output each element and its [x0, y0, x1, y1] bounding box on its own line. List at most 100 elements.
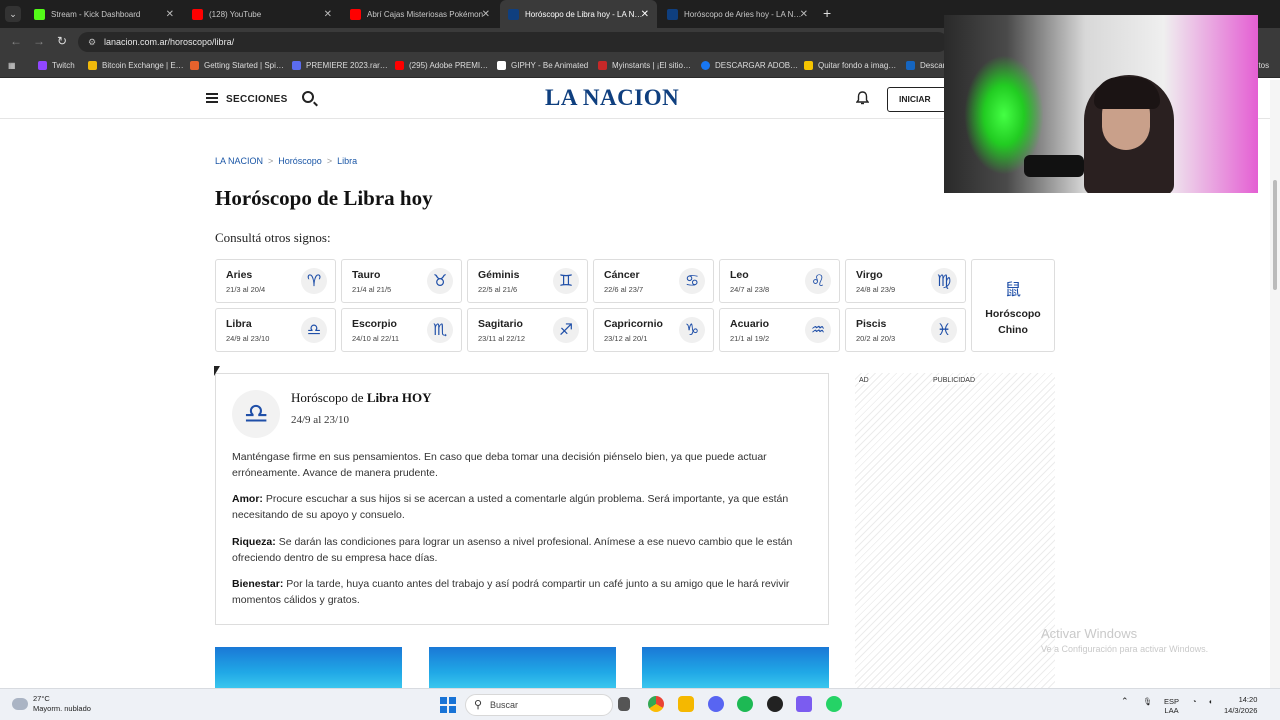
horoscope-card: ♎ Horóscopo de Libra HOY 24/9 al 23/10 M…: [215, 373, 829, 625]
back-arrow-icon[interactable]: ←: [10, 34, 22, 48]
weather-widget[interactable]: 27°C Mayorm. nublado: [12, 694, 91, 714]
close-icon[interactable]: ✕: [641, 9, 649, 20]
webcam-overlay: [944, 15, 1258, 193]
virgo-icon: ♍: [931, 268, 957, 294]
bell-icon[interactable]: [856, 91, 869, 105]
descar-icon: [906, 61, 915, 70]
bookmark-premiere[interactable]: PREMIERE 2023.rar…: [292, 61, 388, 70]
sign-cancer[interactable]: Cáncer 22/6 al 23/7 ♋: [593, 259, 714, 303]
chevron-up-icon[interactable]: ⌃: [1121, 697, 1129, 706]
bitcoin-icon: [88, 61, 97, 70]
sign-acuario[interactable]: Acuario 21/1 al 19/2 ♒: [719, 308, 840, 352]
taskbar-search[interactable]: Buscar: [465, 694, 613, 716]
bookmark-adobe[interactable]: (295) Adobe PREMI…: [395, 61, 488, 70]
tab-search-icon[interactable]: ⌄: [5, 6, 21, 22]
breadcrumb: LA NACION > Horóscopo > Libra: [215, 156, 357, 166]
quitar-fondo-icon: [804, 61, 813, 70]
spi-icon: [190, 61, 199, 70]
url-input[interactable]: ⚙ lanacion.com.ar/horoscopo/libra/: [78, 32, 948, 52]
tab-pokemon[interactable]: Abrí Cajas Misteriosas Pokémon ✕: [342, 0, 498, 28]
horoscope-riqueza: Riqueza: Se darán las condiciones para l…: [232, 536, 793, 564]
sign-escorpio[interactable]: Escorpio 24/10 al 22/11 ♏: [341, 308, 462, 352]
clock[interactable]: 14:20 14/3/2026: [1224, 694, 1257, 716]
breadcrumb-separator: >: [326, 156, 333, 166]
cancer-icon: ♋: [679, 268, 705, 294]
search-icon[interactable]: [302, 91, 314, 103]
sign-sagitario[interactable]: Sagitario 23/11 al 22/12 ♐: [467, 308, 588, 352]
close-icon[interactable]: ✕: [324, 9, 332, 20]
sign-capricornio[interactable]: Capricornio 23/12 al 20/1 ♑: [593, 308, 714, 352]
close-icon[interactable]: ✕: [482, 9, 490, 20]
page-scrollbar[interactable]: [1270, 80, 1280, 688]
chinese-rat-icon: 鼠: [1004, 280, 1021, 299]
volume-icon[interactable]: ◖: [1208, 697, 1213, 706]
sign-piscis[interactable]: Piscis 20/2 al 20/3 ♓: [845, 308, 966, 352]
lanacion-icon: [508, 8, 519, 20]
sign-leo[interactable]: Leo 24/7 al 23/8 ♌: [719, 259, 840, 303]
aquarius-icon: ♒: [805, 317, 831, 343]
ad-slot[interactable]: AD PUBLICIDAD: [855, 373, 1055, 688]
ad-tag: AD: [859, 377, 869, 384]
bookmark-descargar-adobe[interactable]: DESCARGAR ADOB…: [701, 61, 798, 70]
menu-icon[interactable]: [206, 93, 218, 103]
libra-icon: ♎: [301, 317, 327, 343]
related-thumbnail[interactable]: [429, 647, 616, 689]
obs-icon[interactable]: [767, 696, 783, 712]
sign-tauro[interactable]: Tauro 21/4 al 21/5 ♉: [341, 259, 462, 303]
close-icon[interactable]: ✕: [800, 9, 808, 20]
card-heading: Horóscopo de Libra HOY: [291, 390, 432, 405]
breadcrumb-libra[interactable]: Libra: [337, 156, 357, 166]
bookmark-giphy[interactable]: GIPHY - Be Animated: [497, 61, 588, 70]
capricorn-icon: ♑: [679, 317, 705, 343]
cloud-icon: [12, 698, 28, 710]
secciones-button[interactable]: SECCIONES: [226, 94, 288, 105]
related-thumbnail[interactable]: [215, 647, 402, 689]
reload-icon[interactable]: ↻: [57, 34, 67, 48]
site-info-icon[interactable]: ⚙: [88, 32, 96, 52]
card-dates: 24/9 al 23/10: [291, 414, 350, 426]
scrollbar-thumb[interactable]: [1273, 180, 1277, 290]
page-title: Horóscopo de Libra hoy: [215, 186, 433, 210]
task-view-icon[interactable]: [618, 697, 630, 711]
horoscope-amor: Amor: Procure escuchar a sus hijos si se…: [232, 493, 789, 521]
sign-libra[interactable]: Libra 24/9 al 23/10 ♎: [215, 308, 336, 352]
tab-kick[interactable]: Stream - Kick Dashboard ✕: [26, 0, 182, 28]
whatsapp-icon[interactable]: [826, 696, 842, 712]
bookmark-twitch[interactable]: Twitch: [38, 61, 75, 70]
related-thumbnail[interactable]: [642, 647, 829, 689]
bookmark-myinstants[interactable]: Myinstants | ¡El sitio…: [598, 61, 691, 70]
discord-icon[interactable]: [708, 696, 724, 712]
apps-grid-icon[interactable]: ▦: [8, 61, 16, 70]
taurus-icon: ♉: [427, 268, 453, 294]
breadcrumb-horoscopo[interactable]: Horóscopo: [278, 156, 322, 166]
tab-aries[interactable]: Horóscopo de Aries hoy - LA N… ✕: [659, 0, 816, 28]
twitch-icon: [38, 61, 47, 70]
site-logo[interactable]: LA NACION: [545, 85, 679, 111]
new-tab-icon[interactable]: +: [823, 5, 831, 21]
youtube-icon: [192, 8, 203, 20]
windows-start-icon[interactable]: [440, 697, 456, 713]
close-icon[interactable]: ✕: [166, 9, 174, 20]
sign-virgo[interactable]: Virgo 24/8 al 23/9 ♍: [845, 259, 966, 303]
pisces-icon: ♓: [931, 317, 957, 343]
microphone: [1024, 155, 1084, 177]
forward-arrow-icon[interactable]: →: [33, 34, 45, 48]
tab-libra[interactable]: Horóscopo de Libra hoy - LA N… ✕: [500, 0, 657, 28]
leo-icon: ♌: [805, 268, 831, 294]
file-explorer-icon[interactable]: [678, 696, 694, 712]
sign-horoscopo-chino[interactable]: 鼠 Horóscopo Chino: [971, 259, 1055, 352]
spotify-icon[interactable]: [737, 696, 753, 712]
sign-geminis[interactable]: Géminis 22/5 al 21/6 ♊: [467, 259, 588, 303]
bookmark-spi[interactable]: Getting Started | Spi…: [190, 61, 284, 70]
wifi-icon[interactable]: ◔: [1192, 697, 1197, 706]
app-icon[interactable]: [796, 696, 812, 712]
kick-icon: [34, 8, 45, 20]
microphone-icon[interactable]: 🎙: [1143, 697, 1153, 706]
tab-youtube[interactable]: (128) YouTube ✕: [184, 0, 340, 28]
bookmark-bitcoin[interactable]: Bitcoin Exchange | E…: [88, 61, 184, 70]
sign-aries[interactable]: Aries 21/3 al 20/4 ♈: [215, 259, 336, 303]
bookmark-quitar-fondo[interactable]: Quitar fondo a imag…: [804, 61, 896, 70]
language-indicator[interactable]: ESP LAA: [1164, 697, 1179, 715]
chrome-icon[interactable]: [648, 696, 664, 712]
breadcrumb-home[interactable]: LA NACION: [215, 156, 263, 166]
